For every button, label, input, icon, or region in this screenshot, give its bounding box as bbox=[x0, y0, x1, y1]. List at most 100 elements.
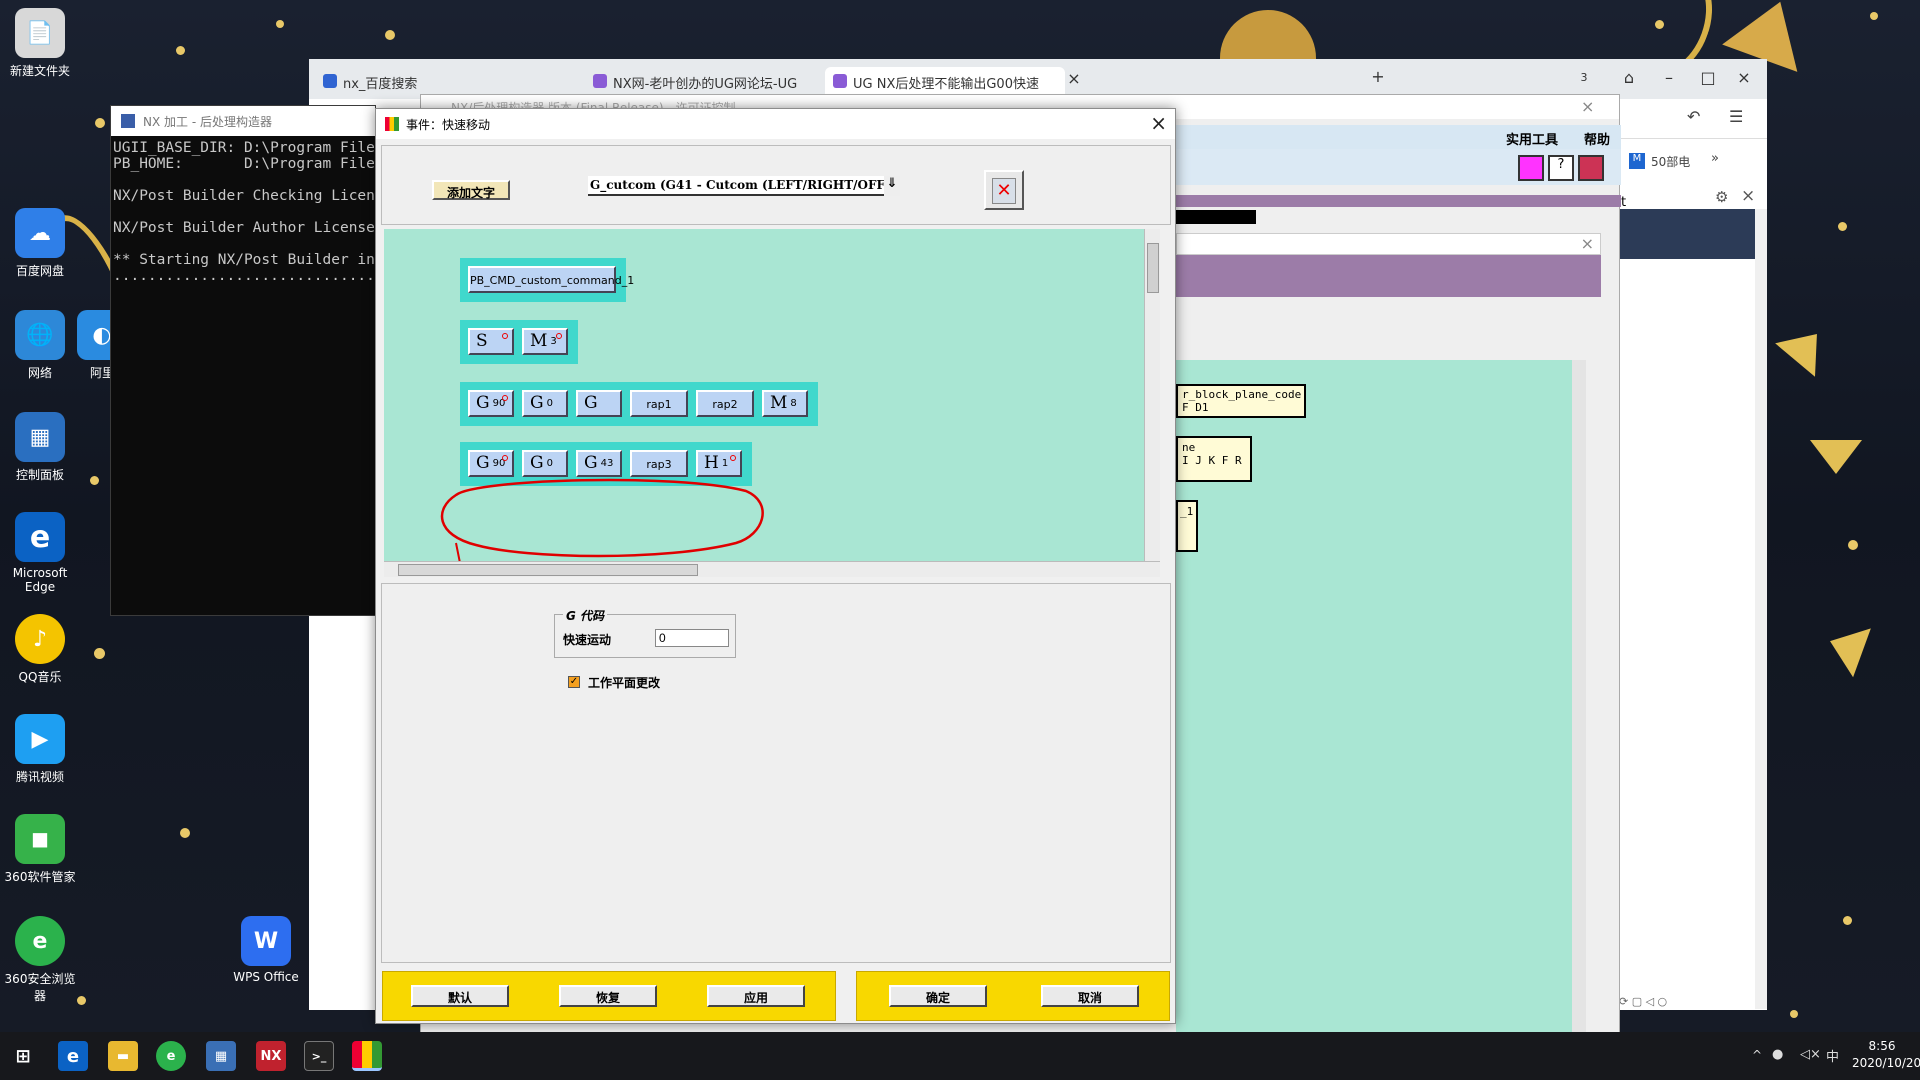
status-icons: ⟳ ▢ ◁ ○ bbox=[1619, 995, 1668, 1008]
menu-item-help[interactable]: 帮助 bbox=[1584, 129, 1610, 148]
minimize-icon[interactable]: – bbox=[1654, 68, 1684, 87]
help-icon[interactable] bbox=[1518, 155, 1544, 181]
gcode-group-title: G 代码 bbox=[563, 607, 608, 624]
word-block[interactable]: M8 bbox=[762, 390, 808, 417]
desktop-icon-label: 网络 bbox=[27, 366, 52, 380]
menu-item-utilities[interactable]: 实用工具 bbox=[1506, 129, 1558, 148]
desktop-icon-control-panel[interactable]: ▦ 控制面板 bbox=[0, 412, 80, 483]
start-icon[interactable]: ⊞ bbox=[8, 1041, 38, 1071]
explorer-icon[interactable]: ▬ bbox=[108, 1041, 138, 1071]
default-button[interactable]: 默认 bbox=[411, 985, 509, 1007]
console-app-icon bbox=[121, 114, 135, 128]
sequence-block[interactable]: r_block_plane_code F D1 bbox=[1176, 384, 1306, 418]
inner-window-title: × bbox=[1176, 233, 1601, 255]
close-tab-icon[interactable]: × bbox=[1059, 69, 1089, 88]
canvas-horizontal-scrollbar[interactable] bbox=[384, 561, 1160, 577]
rapid-motion-label: 快速运动 bbox=[563, 633, 612, 647]
close-icon[interactable]: × bbox=[1581, 234, 1594, 253]
tab-count-badge[interactable]: 3 bbox=[1569, 71, 1599, 84]
trash-button[interactable]: ✕ bbox=[984, 170, 1024, 210]
tray-chevron-icon[interactable]: ^ bbox=[1752, 1048, 1762, 1062]
desktop-icon-baidu-netdisk[interactable]: ☁ 百度网盘 bbox=[0, 208, 80, 279]
scrollbar-thumb[interactable] bbox=[1147, 243, 1159, 293]
new-tab-button[interactable]: + bbox=[1363, 67, 1393, 86]
close-icon[interactable]: × bbox=[1741, 186, 1755, 206]
baidu-icon bbox=[323, 74, 337, 88]
side-panel-more[interactable]: » bbox=[1711, 151, 1719, 166]
sequence-block[interactable]: _1 bbox=[1176, 500, 1198, 552]
word-block[interactable]: G0 bbox=[522, 390, 568, 417]
browser-tab-active[interactable]: UG NX后处理不能输出G00快速 bbox=[825, 67, 1065, 97]
modal-indicator-icon bbox=[502, 333, 508, 339]
maximize-icon[interactable]: □ bbox=[1693, 68, 1723, 87]
canvas-vertical-scrollbar[interactable] bbox=[1144, 229, 1160, 561]
desktop-icon-360-browser[interactable]: e 360安全浏览器 bbox=[0, 916, 80, 1004]
browser-scrollbar[interactable] bbox=[1755, 209, 1767, 1009]
trash-icon: ✕ bbox=[992, 178, 1016, 204]
menu-icon[interactable]: ☰ bbox=[1729, 107, 1743, 126]
shirt-icon[interactable]: ⌂ bbox=[1614, 68, 1644, 87]
word-block[interactable]: S bbox=[468, 328, 514, 355]
browser-status-icons: ⟳ ▢ ◁ ○ bbox=[1619, 994, 1755, 1010]
tab-label: UG NX后处理不能输出G00快速 bbox=[853, 77, 1039, 92]
gear-icon[interactable]: ⚙ bbox=[1715, 188, 1728, 206]
word-block[interactable]: G 90 bbox=[468, 390, 514, 417]
desktop-icon-edge[interactable]: e Microsoft Edge bbox=[0, 512, 80, 594]
close-icon[interactable]: × bbox=[1729, 68, 1759, 87]
browser-tab[interactable]: nx_百度搜索 bbox=[315, 67, 545, 97]
event-dialog: 事件：快速移动 × 添加文字 G_cutcom (G41 - Cutcom (L… bbox=[375, 108, 1176, 1024]
desktop-icon-label: Microsoft Edge bbox=[12, 566, 68, 594]
desktop-icon-360-software[interactable]: ◼ 360软件管家 bbox=[0, 814, 80, 885]
block-line: F D1 bbox=[1182, 401, 1209, 414]
close-icon[interactable]: × bbox=[1581, 97, 1594, 116]
desktop-icon-tencent-video[interactable]: ▶ 腾讯视频 bbox=[0, 714, 80, 785]
vertical-scrollbar[interactable] bbox=[1572, 360, 1586, 1040]
dropdown-arrow-icon[interactable]: ⇓ bbox=[884, 176, 900, 196]
desktop-icon-new-folder[interactable]: 📄 新建文件夹 bbox=[0, 8, 80, 79]
desktop-icon-wps[interactable]: W WPS Office bbox=[226, 916, 306, 984]
calculator-icon[interactable]: ▦ bbox=[206, 1041, 236, 1071]
manual-icon[interactable] bbox=[1578, 155, 1604, 181]
ok-button[interactable]: 确定 bbox=[889, 985, 987, 1007]
apply-button[interactable]: 应用 bbox=[707, 985, 805, 1007]
close-icon[interactable]: × bbox=[1150, 111, 1167, 135]
sequence-block[interactable]: ne I J K F R bbox=[1176, 436, 1252, 482]
postbuilder-icon[interactable] bbox=[352, 1041, 382, 1071]
scrollbar-thumb[interactable] bbox=[398, 564, 698, 576]
event-block-row: G 90 G 0 Grap1 rap2 M 8 bbox=[460, 382, 818, 426]
word-block[interactable]: M3 bbox=[522, 328, 568, 355]
ime-indicator[interactable]: 中 bbox=[1826, 1046, 1839, 1065]
confetti bbox=[385, 30, 395, 40]
context-help-icon[interactable]: ? bbox=[1548, 155, 1574, 181]
word-block-label: G bbox=[530, 393, 544, 413]
music-icon: ♪ bbox=[15, 614, 65, 664]
browser-side-panel: M 50部电 » bbox=[1619, 143, 1767, 179]
volume-muted-icon[interactable]: ◁× bbox=[1800, 1047, 1821, 1062]
browser-tab[interactable]: NX网-老叶创办的UG网论坛-UG bbox=[585, 67, 815, 97]
word-block[interactable]: PB_CMD_custom_command_1 bbox=[468, 266, 634, 293]
word-block-value: 43 bbox=[600, 458, 614, 469]
desktop-icon-label: QQ音乐 bbox=[18, 670, 62, 684]
word-block[interactable]: rap1 bbox=[630, 390, 688, 417]
word-block[interactable]: rap2 bbox=[696, 390, 754, 417]
dialog-title-bar[interactable]: 事件：快速移动 × bbox=[376, 109, 1175, 139]
command-select[interactable]: G_cutcom (G41 - Cutcom (LEFT/RIGHT/OFF)) bbox=[588, 176, 900, 196]
browser360-icon[interactable]: e bbox=[156, 1041, 186, 1071]
undo-icon[interactable]: ↶ bbox=[1687, 107, 1700, 126]
desktop-icon-qq-music[interactable]: ♪ QQ音乐 bbox=[0, 614, 80, 685]
confetti bbox=[276, 20, 284, 28]
add-text-button[interactable]: 添加文字 bbox=[432, 180, 510, 200]
rapid-motion-input[interactable] bbox=[655, 629, 729, 647]
word-block[interactable]: G bbox=[576, 390, 622, 417]
side-panel-text[interactable]: 50部电 bbox=[1651, 153, 1690, 170]
terminal-icon[interactable]: >_ bbox=[304, 1041, 334, 1071]
wechat-tray-icon[interactable]: ● bbox=[1772, 1047, 1783, 1062]
clock[interactable]: 8:56 2020/10/20 bbox=[1852, 1038, 1920, 1072]
edge-icon[interactable]: e bbox=[58, 1041, 88, 1071]
word-block-label: rap2 bbox=[712, 398, 738, 411]
cancel-button[interactable]: 取消 bbox=[1041, 985, 1139, 1007]
console-title-bar[interactable]: NX 加工 - 后处理构造器 bbox=[111, 106, 375, 136]
restore-button[interactable]: 恢复 bbox=[559, 985, 657, 1007]
workplane-checkbox[interactable]: ✓ bbox=[568, 676, 580, 688]
nx-icon[interactable]: NX bbox=[256, 1041, 286, 1071]
